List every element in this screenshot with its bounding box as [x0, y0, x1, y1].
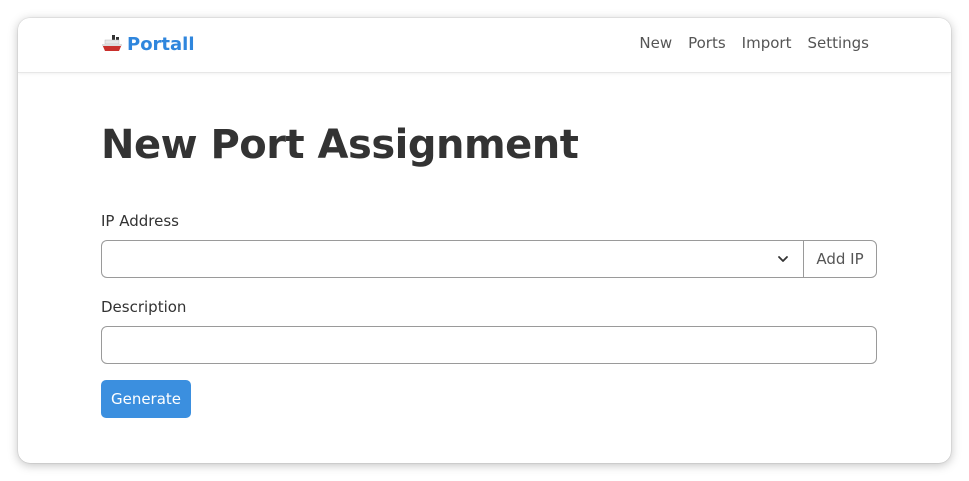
brand-name: Portall [127, 33, 195, 55]
nav-item-import[interactable]: Import [742, 34, 792, 52]
nav-item-new[interactable]: New [639, 34, 672, 52]
chevron-down-icon [778, 256, 788, 262]
ship-icon [102, 35, 122, 51]
brand-link[interactable]: Portall [101, 32, 195, 56]
generate-button[interactable]: Generate [101, 380, 191, 418]
ip-address-group: Add IP [101, 240, 877, 278]
ip-address-select[interactable] [101, 240, 803, 278]
description-label: Description [101, 298, 187, 316]
nav-links: New Ports Import Settings [639, 34, 869, 52]
ip-address-label: IP Address [101, 212, 179, 230]
page-title: New Port Assignment [101, 122, 579, 168]
app-window: Portall New Ports Import Settings New Po… [18, 18, 951, 463]
nav-item-ports[interactable]: Ports [688, 34, 726, 52]
add-ip-button[interactable]: Add IP [803, 240, 877, 278]
nav-item-settings[interactable]: Settings [807, 34, 869, 52]
description-input[interactable] [101, 326, 877, 364]
navbar: Portall New Ports Import Settings [18, 18, 951, 73]
